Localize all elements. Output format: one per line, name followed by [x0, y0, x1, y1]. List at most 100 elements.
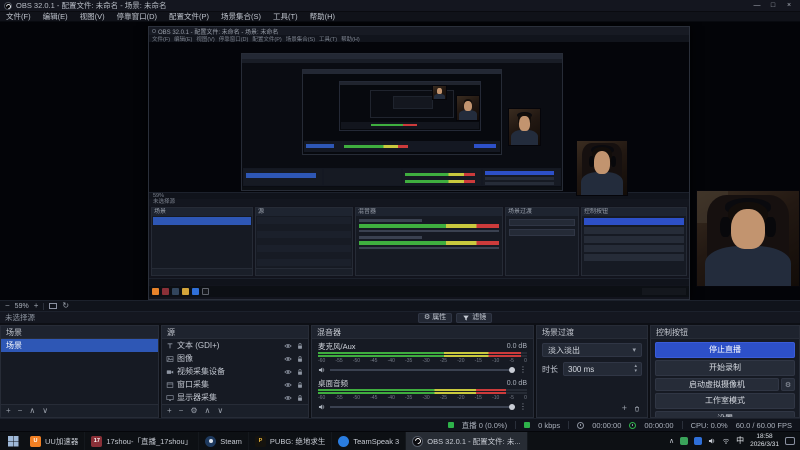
captured-taskbar	[149, 286, 689, 297]
menu-tools[interactable]: 工具(T)	[267, 12, 304, 22]
close-button[interactable]: ×	[782, 0, 796, 11]
filters-button[interactable]: 滤镜	[456, 313, 493, 323]
menu-profile[interactable]: 配置文件(P)	[163, 12, 215, 22]
filter-icon	[462, 314, 470, 322]
source-item-window-capture[interactable]: 窗口采集	[162, 378, 308, 391]
lock-icon[interactable]	[296, 381, 304, 389]
studio-mode-button[interactable]: 工作室模式	[655, 393, 795, 409]
visibility-eye-icon[interactable]	[284, 355, 292, 363]
properties-button[interactable]: ⚙ 属性	[418, 313, 453, 323]
move-source-down-button[interactable]: ∨	[217, 405, 223, 417]
ime-indicator[interactable]: 中	[736, 436, 744, 446]
transition-select[interactable]: 淡入淡出 ▾	[542, 343, 642, 357]
lock-icon[interactable]	[296, 394, 304, 402]
lock-icon[interactable]	[296, 342, 304, 350]
nested-scenes-2	[244, 169, 322, 185]
volume-meter	[318, 389, 527, 391]
tray-expand-chevron[interactable]: ∧	[669, 437, 674, 445]
minimize-button[interactable]: —	[750, 0, 764, 11]
taskbar-app-label: Steam	[220, 436, 242, 446]
volume-tray-icon[interactable]	[708, 437, 716, 445]
taskbar-app-teamspeak[interactable]: TeamSpeak 3	[332, 431, 407, 450]
fit-window-icon[interactable]	[49, 303, 58, 309]
captured-taskbar-icon	[152, 288, 159, 295]
channel-menu-button[interactable]: ⋮	[519, 366, 527, 374]
list-item: -30	[422, 395, 430, 401]
tray-app-icon-blue[interactable]	[694, 437, 703, 445]
slider-knob[interactable]	[509, 367, 515, 373]
scene-item-selected[interactable]: 场景	[1, 339, 158, 352]
zoom-in-button[interactable]: +	[34, 301, 39, 311]
channel-menu-button[interactable]: ⋮	[519, 403, 527, 411]
move-scene-down-button[interactable]: ∨	[42, 405, 48, 417]
add-source-button[interactable]: +	[167, 405, 172, 417]
captured-taskbar-icon	[202, 288, 209, 295]
lock-icon[interactable]	[296, 355, 304, 363]
taskbar-app-17shou[interactable]: 17 17shou-「直播_17shou」	[85, 431, 200, 450]
menu-docks[interactable]: 停靠窗口(D)	[111, 12, 163, 22]
captured-stop-stream-button	[584, 218, 684, 225]
remove-scene-button[interactable]: −	[18, 405, 23, 417]
start-recording-button[interactable]: 开始录制	[655, 360, 795, 376]
virtual-camera-settings-button[interactable]: ⚙	[781, 378, 795, 391]
source-item-text[interactable]: 文本 (GDI+)	[162, 339, 308, 352]
notifications-icon[interactable]	[785, 437, 795, 445]
person-body	[705, 246, 791, 286]
dock-area: 场景 场景 + − ∧ ∨ 源 文本 (GDI+) 图像 视频采集设备 窗口采集…	[0, 325, 800, 418]
lock-icon[interactable]	[296, 368, 304, 376]
list-item: 视图(V)	[196, 36, 215, 43]
preview-canvas[interactable]: OBS 32.0.1 - 配置文件: 未命名 - 场景: 未命名 文件(F) 编辑…	[0, 22, 800, 300]
menu-edit[interactable]: 编辑(E)	[37, 12, 74, 22]
volume-slider[interactable]	[330, 367, 515, 373]
list-item: 文件(F)	[152, 36, 171, 43]
list-item: 工具(T)	[319, 36, 338, 43]
menu-help[interactable]: 帮助(H)	[304, 12, 341, 22]
network-tray-icon[interactable]	[722, 437, 730, 445]
add-transition-button[interactable]: +	[622, 404, 627, 413]
tray-app-icon-green[interactable]	[680, 437, 689, 445]
menu-file[interactable]: 文件(F)	[0, 12, 37, 22]
taskbar-app-obs[interactable]: OBS 32.0.1 - 配置文件: 未...	[406, 431, 528, 450]
transitions-dock-title: 场景过渡	[537, 326, 647, 339]
menu-view[interactable]: 视图(V)	[74, 12, 111, 22]
image-source-icon	[166, 355, 174, 363]
move-scene-up-button[interactable]: ∧	[29, 405, 35, 417]
taskbar-app-uu[interactable]: U UU加速器	[24, 431, 86, 450]
source-item-image[interactable]: 图像	[162, 352, 308, 365]
visibility-eye-icon[interactable]	[284, 381, 292, 389]
spin-down-icon[interactable]: ▾	[634, 369, 637, 374]
reset-zoom-button[interactable]: ↻	[62, 301, 69, 311]
taskbar-app-pubg[interactable]: P PUBG: 绝地求生	[249, 431, 333, 450]
visibility-eye-icon[interactable]	[284, 368, 292, 376]
17shou-app-icon: 17	[91, 435, 103, 447]
list-item: -35	[405, 358, 413, 364]
maximize-button[interactable]: □	[766, 0, 780, 11]
start-button[interactable]	[2, 432, 24, 450]
volume-slider[interactable]	[330, 404, 515, 410]
source-item-display-capture[interactable]: 显示器采集	[162, 391, 308, 404]
source-item-video-capture[interactable]: 视频采集设备	[162, 365, 308, 378]
duration-input[interactable]: 300 ms ▴ ▾	[563, 362, 642, 376]
taskbar-clock[interactable]: 18:58 2026/3/31	[750, 433, 779, 449]
spinner-buttons[interactable]: ▴ ▾	[634, 364, 637, 374]
list-item: -10	[492, 358, 500, 364]
settings-button[interactable]: 设置	[655, 411, 795, 417]
captured-sources-dock: 源	[255, 207, 353, 276]
speaker-icon[interactable]	[318, 403, 326, 411]
move-source-up-button[interactable]: ∧	[205, 405, 211, 417]
visibility-eye-icon[interactable]	[284, 394, 292, 402]
captured-docks: 场景 源 混音器 场景过渡 控制按钮	[151, 207, 687, 276]
source-properties-button[interactable]: ⚙	[190, 405, 197, 417]
add-scene-button[interactable]: +	[6, 405, 11, 417]
remove-source-button[interactable]: −	[179, 405, 184, 417]
slider-knob[interactable]	[509, 404, 515, 410]
taskbar-app-steam[interactable]: Steam	[199, 431, 249, 450]
menu-scene-collection[interactable]: 场景集合(S)	[215, 12, 267, 22]
stop-streaming-button[interactable]: 停止直播	[655, 342, 795, 358]
remove-transition-button[interactable]	[633, 405, 641, 413]
visibility-eye-icon[interactable]	[284, 342, 292, 350]
zoom-out-button[interactable]: −	[5, 301, 10, 311]
start-virtual-camera-button[interactable]: 启动虚拟摄像机	[655, 378, 779, 391]
mixer-body: 麦克风/Aux 0.0 dB -60 -55 -50 -45 -40 -35 -30 -25-…	[312, 339, 533, 417]
speaker-icon[interactable]	[318, 366, 326, 374]
